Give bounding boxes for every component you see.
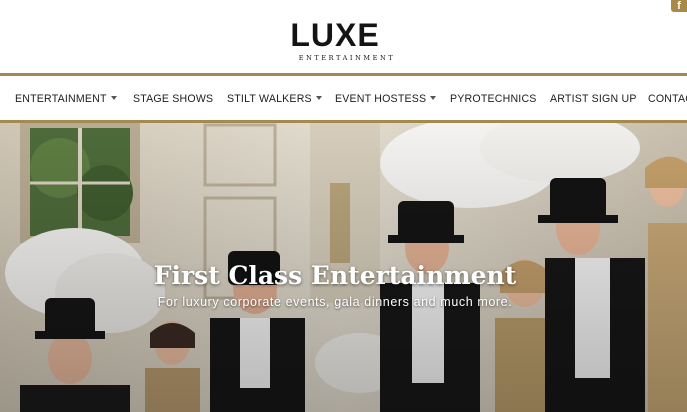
nav-item-stage-shows[interactable]: STAGE SHOWS [133, 93, 213, 105]
hero-banner: First Class Entertainment For luxury cor… [0, 123, 687, 412]
site-header: LUXE ENTERTAINMENT f [0, 0, 687, 73]
logo-wordmark: LUXE [290, 17, 380, 53]
facebook-icon[interactable]: f [671, 0, 687, 12]
luxe-logo[interactable]: LUXE ENTERTAINMENT [260, 18, 410, 62]
main-nav: ENTERTAINMENT STAGE SHOWS STILT WALKERS … [0, 76, 687, 120]
hero-subtitle: For luxury corporate events, gala dinner… [157, 295, 513, 309]
caret-down-icon [430, 96, 437, 101]
hero-title: First Class Entertainment [153, 261, 517, 290]
nav-item-entertainment[interactable]: ENTERTAINMENT [15, 93, 117, 105]
nav-item-contact[interactable]: CONTACT [648, 93, 687, 105]
nav-item-stilt-walkers[interactable]: STILT WALKERS [227, 93, 322, 105]
logo-tagline: ENTERTAINMENT [298, 54, 396, 62]
nav-item-event-hostess[interactable]: EVENT HOSTESS [335, 93, 437, 105]
nav-item-artist-sign-up[interactable]: ARTIST SIGN UP [550, 93, 637, 105]
nav-item-pyrotechnics[interactable]: PYROTECHNICS [450, 93, 537, 105]
caret-down-icon [315, 96, 322, 101]
caret-down-icon [110, 96, 117, 101]
